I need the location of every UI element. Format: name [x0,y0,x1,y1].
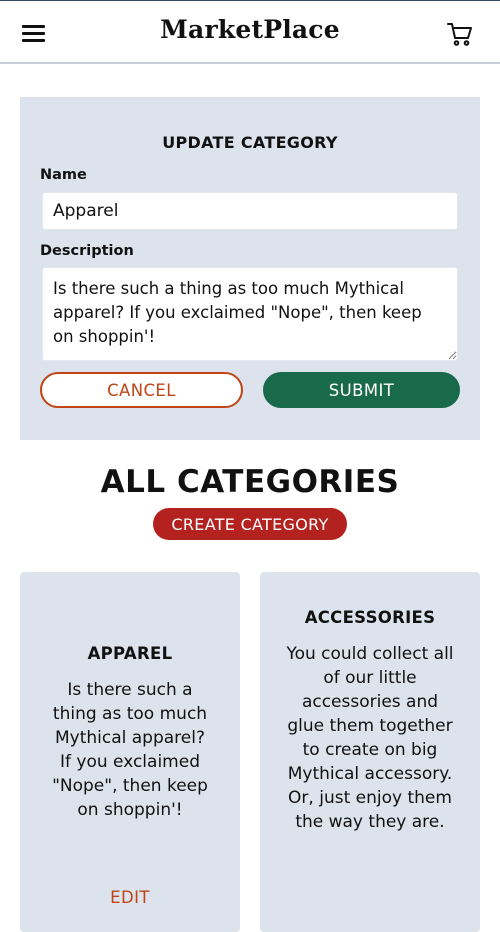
cancel-button[interactable]: CANCEL [40,372,243,408]
description-label: Description [40,243,134,259]
category-name: APPAREL [87,644,173,663]
top-navbar: MarketPlace [0,0,500,64]
edit-category-link[interactable]: EDIT [20,888,240,907]
shopping-cart-icon[interactable] [446,21,474,47]
category-description: You could collect all of our little acce… [286,644,454,832]
category-name: ACCESSORIES [304,608,436,627]
update-category-form: UPDATE CATEGORY Name Description Is ther… [20,97,480,440]
name-label: Name [40,167,87,183]
create-category-button[interactable]: CREATE CATEGORY [153,508,347,540]
category-card-accessories: ACCESSORIES You could collect all of our… [260,572,480,932]
description-textarea[interactable]: Is there such a thing as too much Mythic… [42,267,458,361]
submit-button[interactable]: SUBMIT [263,372,460,408]
name-input[interactable] [42,192,458,230]
form-title: UPDATE CATEGORY [162,133,338,152]
all-categories-title: ALL CATEGORIES [100,464,400,500]
category-description: Is there such a thing as too much Mythic… [52,680,208,820]
category-card-apparel: APPAREL Is there such a thing as too muc… [20,572,240,932]
brand-logo[interactable]: MarketPlace [0,15,500,44]
